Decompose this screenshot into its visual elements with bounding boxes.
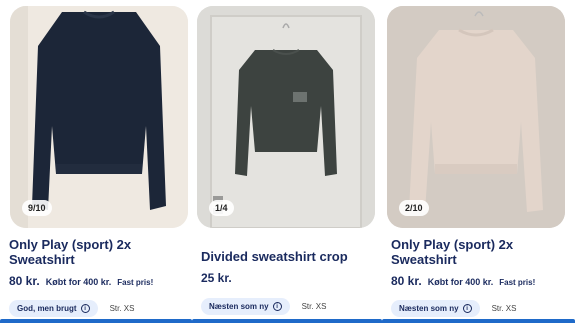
- meta-row: Næsten som ny i Str. XS: [201, 298, 326, 315]
- listing-title[interactable]: Divided sweatshirt crop: [201, 249, 376, 264]
- info-circle-icon[interactable]: i: [272, 302, 282, 311]
- listing-photo-1[interactable]: 9/10: [10, 6, 188, 228]
- size-label: Str. XS: [109, 304, 135, 313]
- info-circle-icon[interactable]: i: [80, 304, 90, 313]
- image-counter: 9/10: [22, 200, 52, 216]
- listing-photo-3[interactable]: 2/10: [387, 6, 565, 228]
- meta-row: Næsten som ny i Str. XS: [391, 300, 516, 317]
- price: 80 kr.: [391, 274, 422, 288]
- condition-badge[interactable]: God, men brugt i: [9, 300, 98, 317]
- card-bottom-bar: [0, 319, 192, 323]
- image-counter: 1/4: [209, 200, 234, 216]
- price-row: 80 kr. Købt for 400 kr. Fast pris!: [391, 274, 535, 288]
- card-bottom-bar: [382, 319, 575, 323]
- price-row: 25 kr.: [201, 271, 232, 285]
- price: 25 kr.: [201, 271, 232, 285]
- condition-badge[interactable]: Næsten som ny i: [391, 300, 480, 317]
- listing-title[interactable]: Only Play (sport) 2x Sweatshirt: [9, 237, 184, 267]
- price: 80 kr.: [9, 274, 40, 288]
- beige-sweatshirt-image: [387, 6, 565, 228]
- listing-card-1[interactable]: 9/10 Only Play (sport) 2x Sweatshirt 80 …: [0, 0, 192, 323]
- condition-label: God, men brugt: [17, 304, 77, 313]
- original-price: Købt for 400 kr.: [427, 277, 494, 287]
- meta-row: God, men brugt i Str. XS: [9, 300, 134, 317]
- condition-label: Næsten som ny: [399, 304, 459, 313]
- price-row: 80 kr. Købt for 400 kr. Fast pris!: [9, 274, 153, 288]
- size-label: Str. XS: [491, 304, 517, 313]
- image-counter: 2/10: [399, 200, 429, 216]
- listing-card-3[interactable]: 2/10 Only Play (sport) 2x Sweatshirt 80 …: [382, 0, 575, 323]
- navy-sweatshirt-image: [10, 6, 188, 228]
- condition-label: Næsten som ny: [209, 302, 269, 311]
- condition-badge[interactable]: Næsten som ny i: [201, 298, 290, 315]
- fixed-price-label: Fast pris!: [499, 278, 536, 287]
- original-price: Købt for 400 kr.: [45, 277, 112, 287]
- listing-grid: 9/10 Only Play (sport) 2x Sweatshirt 80 …: [0, 0, 575, 323]
- fixed-price-label: Fast pris!: [117, 278, 154, 287]
- grey-sweatshirt-image: [197, 6, 375, 228]
- listing-card-2[interactable]: 1/4 Divided sweatshirt crop 25 kr. Næste…: [192, 0, 382, 323]
- listing-title[interactable]: Only Play (sport) 2x Sweatshirt: [391, 237, 566, 267]
- card-bottom-bar: [192, 319, 382, 323]
- size-label: Str. XS: [301, 302, 327, 311]
- info-circle-icon[interactable]: i: [462, 304, 472, 313]
- listing-photo-2[interactable]: 1/4: [197, 6, 375, 228]
